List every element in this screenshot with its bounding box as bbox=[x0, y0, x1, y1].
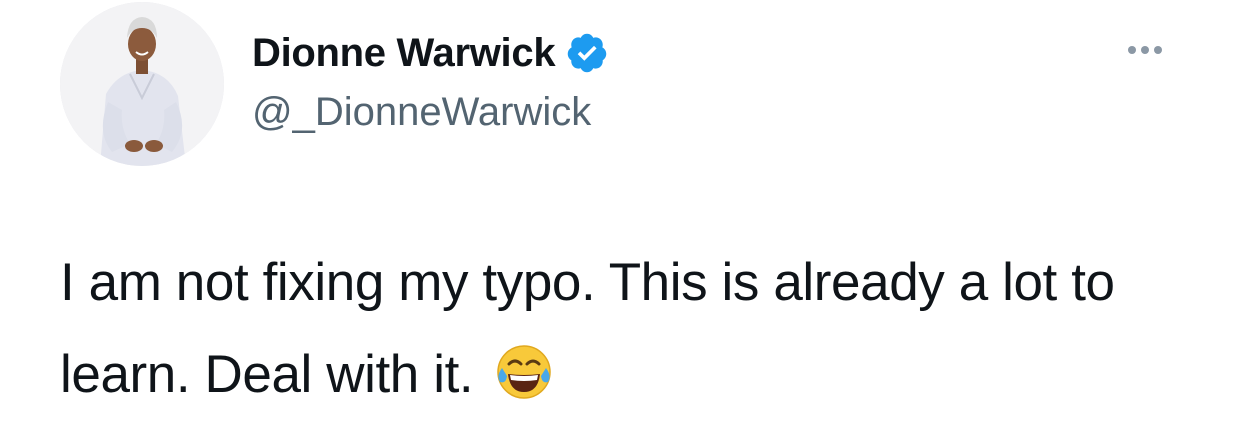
author-name-row: Dionne Warwick bbox=[252, 28, 609, 78]
tweet: Dionne Warwick @_DionneWarwick I am not … bbox=[0, 0, 1242, 413]
avatar[interactable] bbox=[60, 2, 224, 166]
display-name[interactable]: Dionne Warwick bbox=[252, 31, 556, 76]
tweet-body: I am not fixing my typo. This is already… bbox=[60, 237, 1200, 421]
face-with-tears-of-joy-icon bbox=[494, 339, 554, 399]
verified-badge-icon bbox=[565, 31, 609, 75]
author-handle[interactable]: @_DionneWarwick bbox=[252, 90, 591, 135]
more-options-icon[interactable] bbox=[1110, 30, 1180, 70]
tweet-text: I am not fixing my typo. This is already… bbox=[60, 253, 1115, 404]
